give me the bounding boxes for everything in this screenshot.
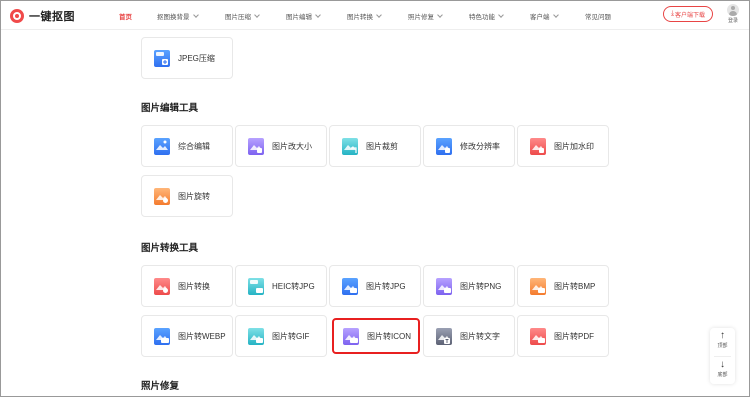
tool-card-to-text[interactable]: 图片转文字 [423, 315, 515, 357]
to-gif-icon [248, 328, 264, 345]
chevron-down-icon [498, 12, 504, 18]
to-png-icon [436, 278, 452, 295]
tool-card-watermark[interactable]: 图片加水印 [517, 125, 609, 167]
to-pdf-icon [530, 328, 546, 345]
tool-card-resolution[interactable]: 修改分辨率 [423, 125, 515, 167]
watermark-icon [530, 138, 546, 155]
nav-image-compress[interactable]: 图片压缩 [225, 11, 260, 21]
nav-home[interactable]: 首页 [119, 11, 132, 21]
chevron-down-icon [254, 12, 260, 18]
logo-icon [10, 9, 24, 23]
to-icon-icon [343, 328, 359, 345]
nav-faq[interactable]: 常见问题 [585, 11, 611, 21]
nav-image-edit[interactable]: 图片编辑 [286, 11, 321, 21]
tool-card-to-jpg[interactable]: 图片转JPG [329, 265, 421, 307]
tool-card-to-gif[interactable]: 图片转GIF [235, 315, 327, 357]
nav-client[interactable]: 客户端 [530, 11, 559, 21]
crop-icon [342, 138, 358, 155]
client-download-button[interactable]: ⤓ 客户端下载 [663, 6, 713, 22]
tool-card-to-bmp[interactable]: 图片转BMP [517, 265, 609, 307]
section-title-convert-tools: 图片转换工具 [141, 243, 199, 254]
tool-card-to-png[interactable]: 图片转PNG [423, 265, 515, 307]
chevron-down-icon [437, 12, 443, 18]
rotate-icon [154, 188, 170, 205]
to-webp-icon [154, 328, 170, 345]
tool-card-rotate[interactable]: 图片旋转 [141, 175, 233, 217]
resolution-icon [436, 138, 452, 155]
nav-image-convert[interactable]: 图片转换 [347, 11, 382, 21]
resize-icon [248, 138, 264, 155]
tool-card-to-pdf[interactable]: 图片转PDF [517, 315, 609, 357]
chevron-down-icon [192, 12, 199, 18]
to-bmp-icon [530, 278, 546, 295]
tool-card-to-icon[interactable]: 图片转ICON [332, 318, 420, 354]
chevron-down-icon [376, 12, 382, 18]
tool-card-crop[interactable]: 图片裁剪 [329, 125, 421, 167]
edit-icon [154, 138, 170, 155]
to-text-icon [436, 328, 452, 345]
tool-card-heic-to-jpg[interactable]: HEIC转JPG [235, 265, 327, 307]
scroll-float-panel: ↑ 顶部 ↓ 底部 [710, 328, 735, 384]
tool-card-general-edit[interactable]: 综合编辑 [141, 125, 233, 167]
nav-features[interactable]: 特色功能 [469, 11, 504, 21]
chevron-down-icon [552, 12, 559, 18]
login-button[interactable]: 登录 [724, 4, 742, 24]
top-header: 一键抠图 首页 抠图换背景 图片压缩 图片编辑 图片转换 照片修复 特色功能 客… [0, 0, 750, 30]
logo[interactable]: 一键抠图 [10, 8, 75, 24]
heic-jpg-icon [248, 278, 264, 295]
avatar-icon [727, 4, 739, 16]
tool-card-image-convert[interactable]: 图片转换 [141, 265, 233, 307]
nav-cutout-background[interactable]: 抠图换背景 [157, 11, 199, 21]
tool-card-resize[interactable]: 图片改大小 [235, 125, 327, 167]
tool-card-jpeg-compress[interactable]: JPEG压缩 [141, 37, 233, 79]
section-title-edit-tools: 图片编辑工具 [141, 103, 199, 114]
scroll-top-button[interactable]: ↑ 顶部 [710, 328, 735, 354]
convert-icon [154, 278, 170, 295]
arrow-down-icon: ↓ [720, 359, 725, 370]
nav-photo-repair[interactable]: 照片修复 [408, 11, 443, 21]
arrow-up-icon: ↑ [720, 330, 725, 341]
tool-card-to-webp[interactable]: 图片转WEBP [141, 315, 233, 357]
section-title-photo-repair: 照片修复 [141, 381, 180, 392]
scroll-bottom-button[interactable]: ↓ 底部 [710, 357, 735, 383]
download-icon: ⤓ [670, 10, 675, 17]
chevron-down-icon [315, 12, 321, 18]
logo-text: 一键抠图 [29, 11, 75, 23]
jpeg-compress-icon [154, 50, 170, 67]
to-jpg-icon [342, 278, 358, 295]
